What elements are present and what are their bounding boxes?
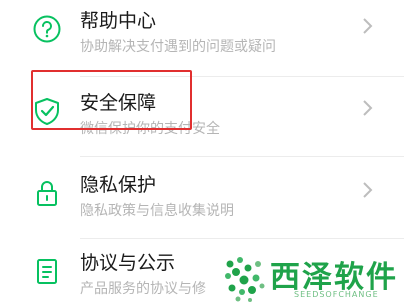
watermark-subtitle: SEEDSOFCHANGE [294, 290, 379, 299]
chevron-right-icon [360, 98, 374, 118]
divider [80, 238, 404, 239]
menu-item-title: 帮助中心 [80, 10, 157, 32]
document-icon [32, 256, 62, 286]
menu-item-title: 协议与公示 [80, 252, 176, 274]
lock-icon [32, 178, 62, 208]
menu-item-subtitle: 隐私政策与信息收集说明 [80, 203, 234, 219]
chevron-right-icon [360, 16, 374, 36]
question-circle-icon [32, 14, 62, 44]
menu-item-subtitle: 产品服务的协议与修 [80, 281, 206, 297]
menu-item-subtitle: 协助解决支付遇到的问题或疑问 [80, 39, 276, 55]
menu-item-help-center[interactable]: 帮助中心 协助解决支付遇到的问题或疑问 [0, 0, 404, 76]
watermark-logo-icon [222, 254, 266, 302]
menu-item-privacy[interactable]: 隐私保护 隐私政策与信息收集说明 [0, 164, 404, 240]
menu-item-title: 隐私保护 [80, 174, 157, 196]
chevron-right-icon [360, 180, 374, 200]
settings-list: 帮助中心 协助解决支付遇到的问题或疑问 安全保障 微信保护你的支付安全 隐私保护… [0, 0, 404, 306]
divider [80, 156, 404, 157]
highlight-box [31, 70, 192, 130]
watermark: 西泽软件 SEEDSOFCHANGE [222, 250, 404, 306]
